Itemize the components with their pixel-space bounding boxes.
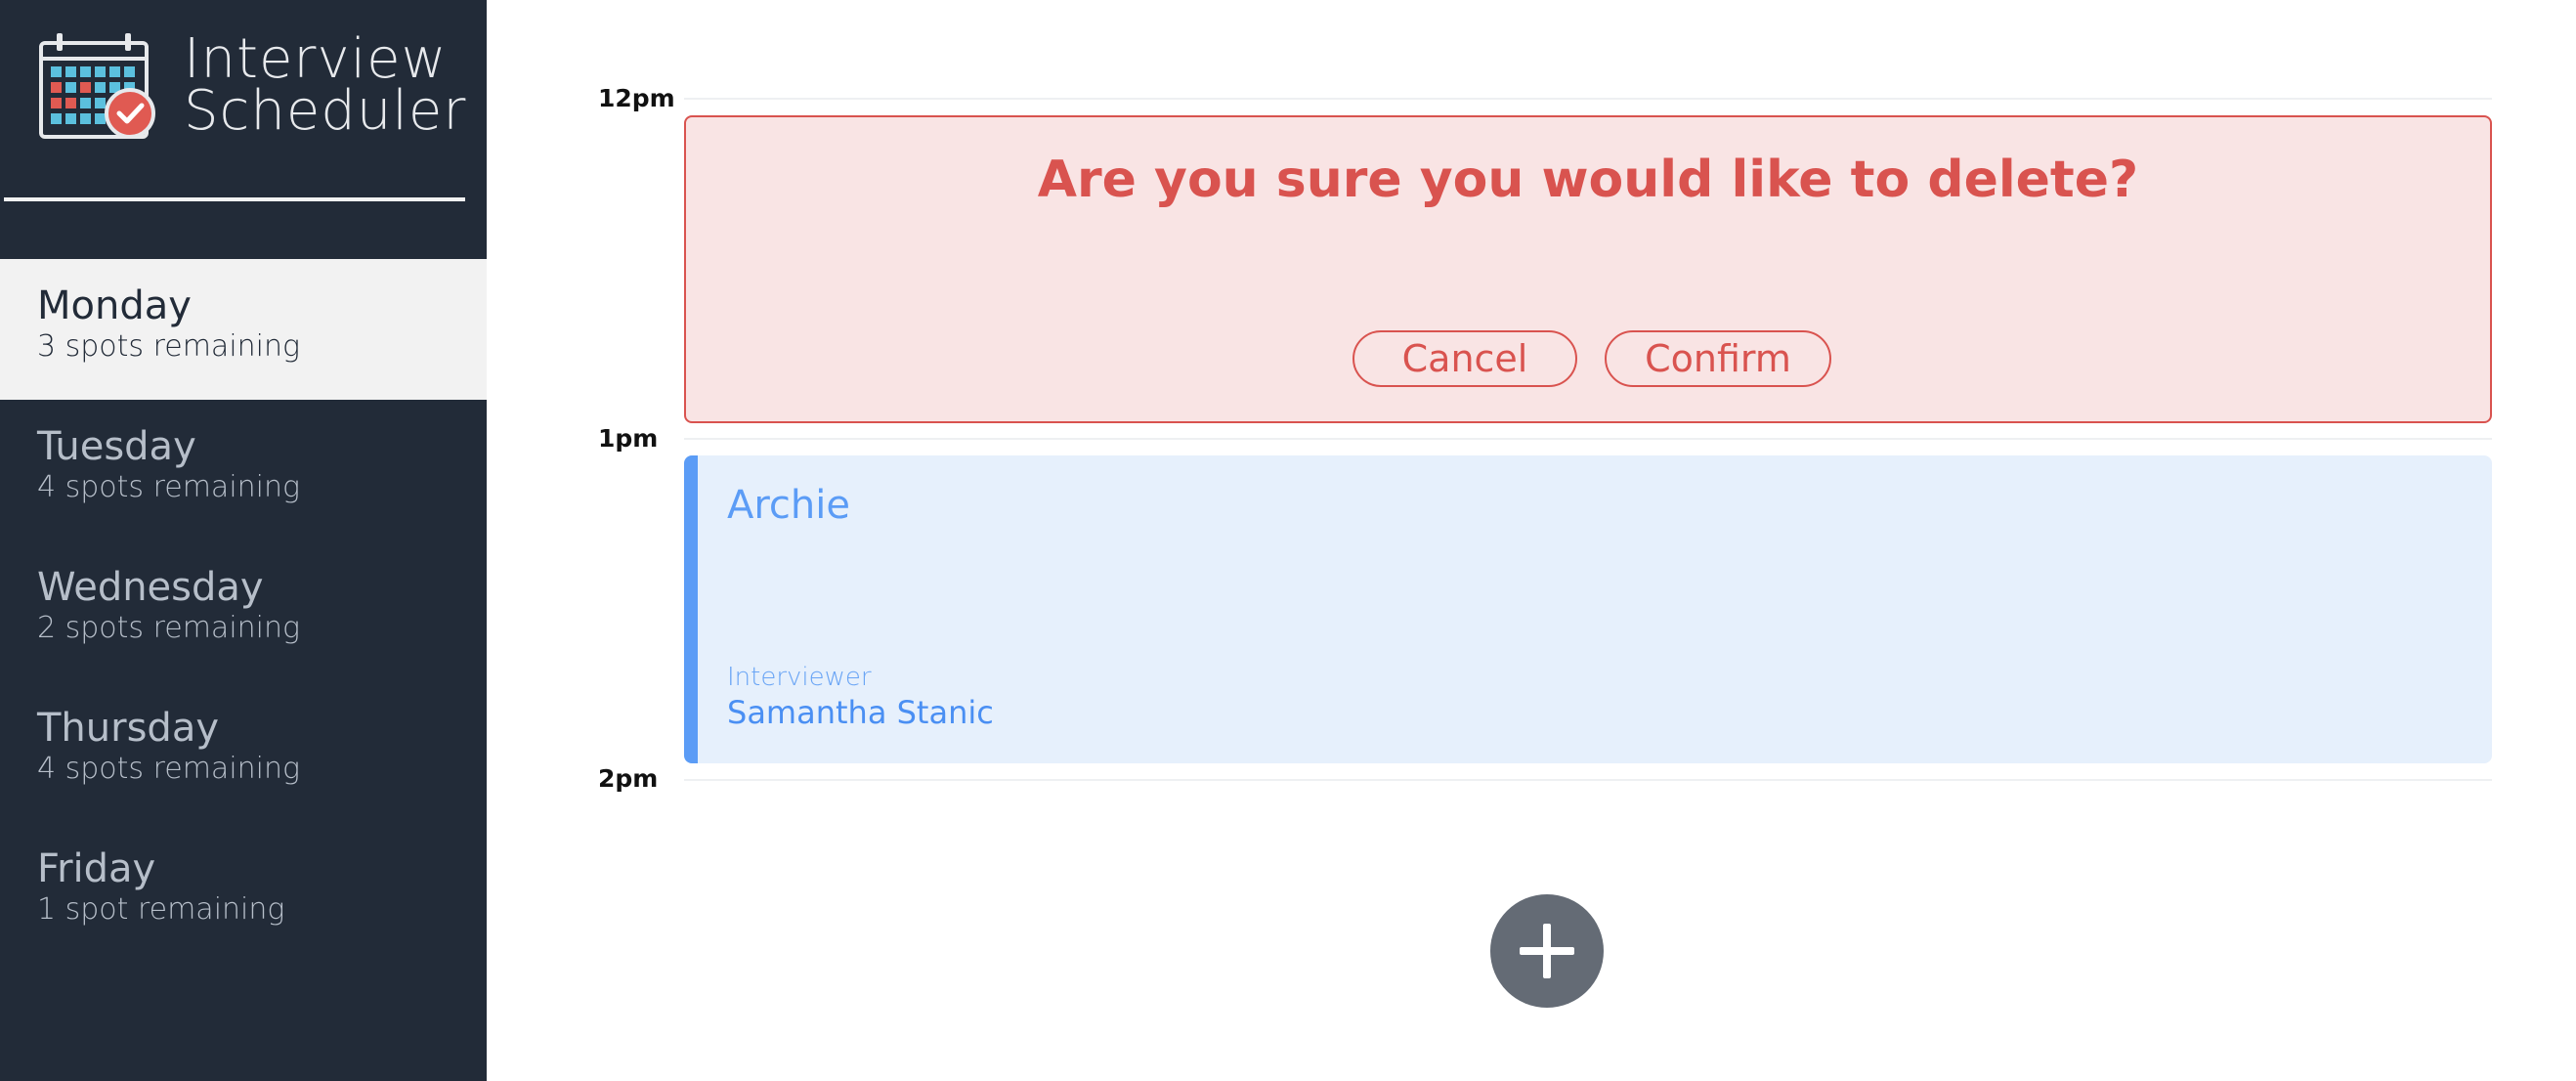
calendar-check-icon	[39, 33, 155, 139]
calendar-cell	[80, 66, 91, 77]
app-title-line1: Interview	[184, 27, 448, 91]
appointment-student-name: Archie	[727, 483, 850, 528]
day-name: Tuesday	[37, 424, 196, 469]
calendar-cell	[80, 98, 91, 108]
app-title: Interview Scheduler	[184, 27, 467, 143]
day-item-monday[interactable]: Monday 3 spots remaining	[0, 259, 487, 400]
calendar-cell	[51, 82, 62, 93]
day-item-tuesday[interactable]: Tuesday 4 spots remaining	[0, 400, 487, 540]
day-name: Thursday	[37, 706, 219, 751]
calendar-cell	[124, 66, 135, 77]
sidebar-divider	[4, 197, 465, 201]
day-spots: 4 spots remaining	[37, 752, 301, 786]
calendar-cell	[95, 98, 106, 108]
hour-label-2pm: 2pm	[598, 764, 659, 793]
calendar-cell	[95, 66, 106, 77]
appointment-card[interactable]: Archie Interviewer Samantha Stanic	[684, 455, 2492, 763]
day-name: Monday	[37, 283, 192, 328]
calendar-cell	[95, 113, 106, 124]
hour-label-12pm: 12pm	[598, 84, 675, 112]
day-item-wednesday[interactable]: Wednesday 2 spots remaining	[0, 540, 487, 681]
day-spots: 2 spots remaining	[37, 611, 301, 645]
calendar-cell	[51, 66, 62, 77]
add-appointment-button[interactable]	[1490, 894, 1604, 1008]
interviewer-name: Samantha Stanic	[727, 694, 994, 731]
delete-confirm-message: Are you sure you would like to delete?	[1037, 151, 2139, 209]
day-list: Monday 3 spots remaining Tuesday 4 spots…	[0, 259, 487, 963]
hour-separator	[684, 779, 2492, 781]
hour-separator	[684, 438, 2492, 440]
brand: Interview Scheduler	[39, 27, 469, 143]
day-item-thursday[interactable]: Thursday 4 spots remaining	[0, 681, 487, 822]
calendar-cell	[80, 82, 91, 93]
day-spots: 3 spots remaining	[37, 329, 301, 364]
schedule: 12pm Are you sure you would like to dele…	[487, 0, 2576, 1081]
calendar-cell	[65, 113, 76, 124]
day-item-friday[interactable]: Friday 1 spot remaining	[0, 822, 487, 963]
confirm-button[interactable]: Confirm	[1605, 330, 1831, 387]
sidebar: Interview Scheduler Monday 3 spots remai…	[0, 0, 487, 1081]
appointment-accent-bar	[684, 455, 698, 763]
calendar-cell	[95, 82, 106, 93]
calendar-cell	[65, 98, 76, 108]
day-spots: 1 spot remaining	[37, 892, 285, 927]
calendar-cell	[80, 113, 91, 124]
app-title-line2: Scheduler	[184, 79, 467, 143]
calendar-cell	[109, 66, 120, 77]
hour-separator	[684, 98, 2492, 100]
day-spots: 4 spots remaining	[37, 470, 301, 504]
calendar-cell	[65, 66, 76, 77]
delete-confirm-card: Are you sure you would like to delete? C…	[684, 115, 2492, 423]
day-name: Wednesday	[37, 565, 264, 610]
day-name: Friday	[37, 846, 156, 891]
cancel-button[interactable]: Cancel	[1352, 330, 1577, 387]
calendar-cell	[51, 98, 62, 108]
calendar-cell	[65, 82, 76, 93]
hour-label-1pm: 1pm	[598, 424, 659, 453]
calendar-cell	[51, 113, 62, 124]
interviewer-label: Interviewer	[727, 663, 872, 692]
